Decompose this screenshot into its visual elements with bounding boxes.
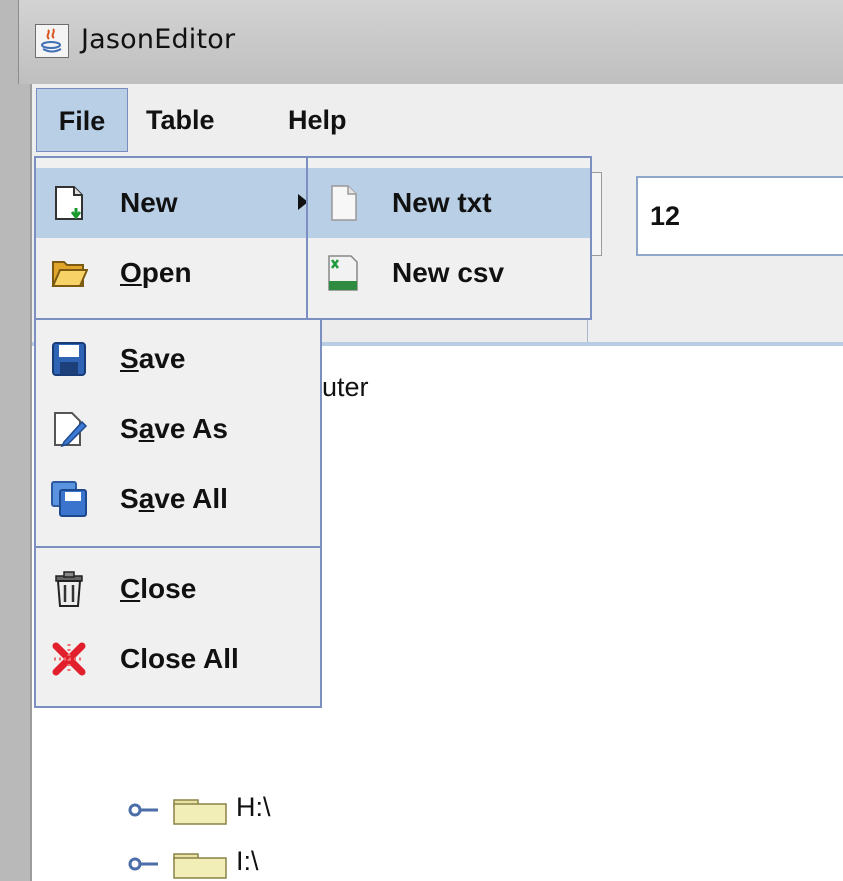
trash-icon xyxy=(55,571,83,607)
save-all-icon xyxy=(51,481,87,517)
menu-item-new-txt[interactable]: New txt xyxy=(308,168,590,238)
menu-separator xyxy=(36,546,320,548)
menu-item-close[interactable]: Close xyxy=(36,554,320,624)
file-menu-popup: New Open Save Save As Save All Close Clo… xyxy=(34,156,322,708)
menu-item-open[interactable]: Open xyxy=(36,238,320,308)
save-as-icon xyxy=(54,412,88,448)
menu-table[interactable]: Table xyxy=(146,88,215,152)
open-folder-icon xyxy=(51,261,88,287)
menu-help[interactable]: Help xyxy=(288,88,347,152)
folder-icon xyxy=(173,853,227,879)
tree-root-label[interactable]: uter xyxy=(322,372,369,403)
new-submenu-popup: New txt New csv xyxy=(306,156,592,320)
java-app-icon xyxy=(35,24,69,58)
menu-item-label: Close xyxy=(120,573,197,604)
tree-item-label: I:\ xyxy=(236,846,259,876)
close-all-icon xyxy=(52,642,86,676)
text-file-icon xyxy=(331,185,357,221)
tree-item-label: H:\ xyxy=(236,792,271,822)
menu-item-label: Save As xyxy=(120,413,228,444)
menu-item-new[interactable]: New xyxy=(36,168,320,238)
menu-item-label: Save xyxy=(120,343,186,374)
app-window: JasonEditor File Table Help 12 uter H:\ … xyxy=(0,0,843,881)
menu-item-save[interactable]: Save xyxy=(36,324,320,394)
menu-bar: File Table Help xyxy=(32,84,843,157)
menu-item-label: Open xyxy=(120,257,192,288)
menu-item-close-all[interactable]: Close All xyxy=(36,624,320,694)
window-title: JasonEditor xyxy=(81,24,236,55)
new-file-icon xyxy=(55,186,83,220)
floppy-disk-icon xyxy=(52,342,86,376)
folder-icon xyxy=(173,799,227,825)
csv-file-icon xyxy=(328,255,358,291)
menu-item-new-csv[interactable]: New csv xyxy=(308,238,590,308)
menu-file[interactable]: File xyxy=(36,88,128,152)
title-bar[interactable]: JasonEditor xyxy=(18,0,843,84)
menu-separator xyxy=(36,318,320,320)
menu-item-save-as[interactable]: Save As xyxy=(36,394,320,464)
menu-item-save-all[interactable]: Save All xyxy=(36,464,320,534)
path-input[interactable]: 12 xyxy=(636,176,843,256)
tree-expand-handle-icon[interactable] xyxy=(128,798,160,822)
menu-item-label: New txt xyxy=(392,187,492,218)
menu-item-label: Save All xyxy=(120,483,228,514)
menu-item-label: New xyxy=(120,187,178,218)
menu-item-label: Close All xyxy=(120,643,239,674)
menu-item-label: New csv xyxy=(392,257,505,288)
tree-expand-handle-icon[interactable] xyxy=(128,852,160,876)
